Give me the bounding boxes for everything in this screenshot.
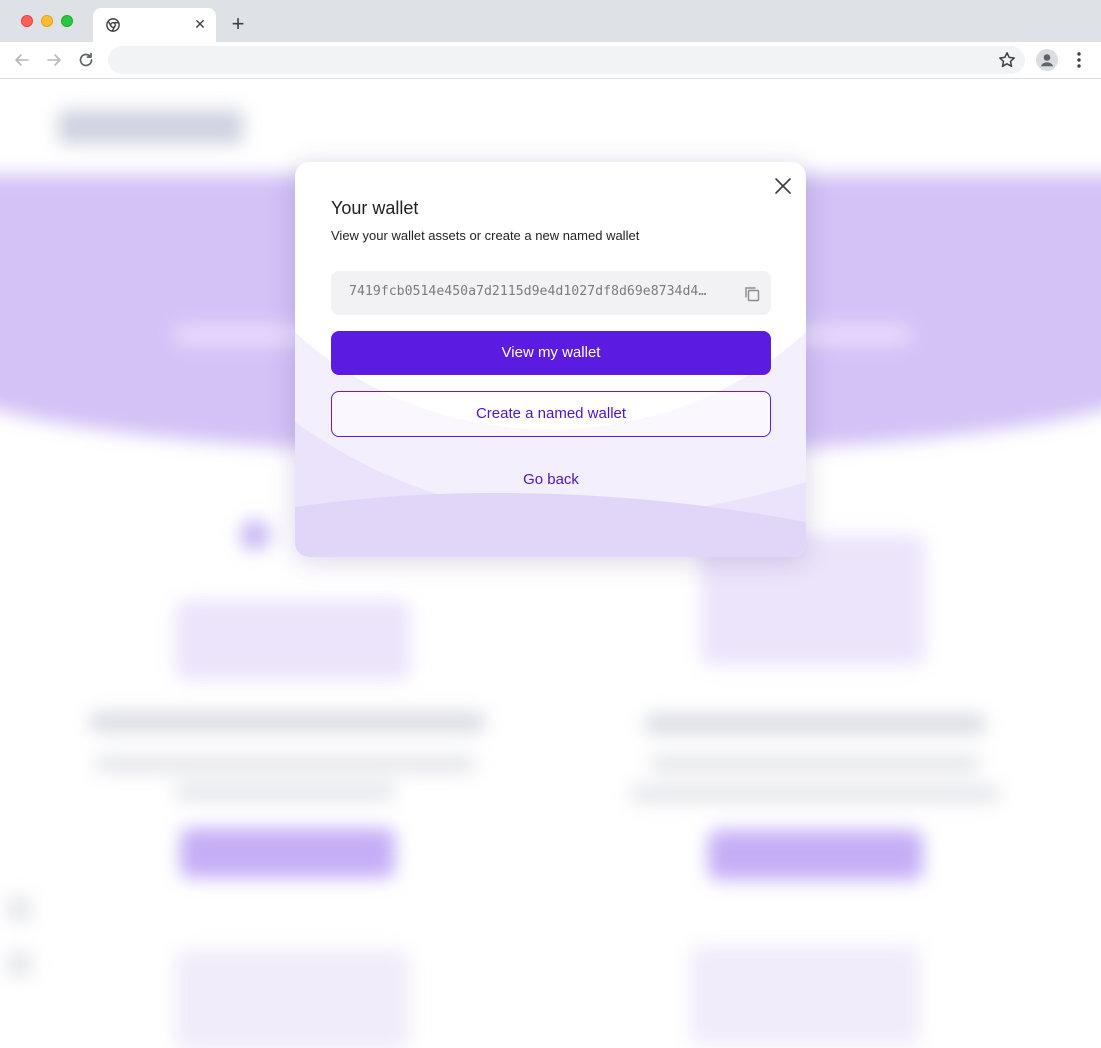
profile-icon[interactable] bbox=[1036, 49, 1058, 71]
view-my-wallet-button[interactable]: View my wallet bbox=[331, 331, 771, 375]
wallet-address-field[interactable]: 7419fcb0514e450a7d2115d9e4d1027df8d69e87… bbox=[331, 271, 771, 315]
address-bar[interactable] bbox=[108, 46, 1025, 74]
illustration-dot-left bbox=[240, 520, 270, 550]
create-named-wallet-button[interactable]: Create a named wallet bbox=[331, 391, 771, 437]
bookmark-star-icon[interactable] bbox=[997, 50, 1017, 70]
go-back-link[interactable]: Go back bbox=[331, 469, 771, 491]
profile-avatar-icon bbox=[1040, 54, 1054, 67]
side-dot-1 bbox=[5, 895, 33, 923]
wallet-modal: Your wallet View your wallet assets or c… bbox=[295, 162, 806, 557]
feature-text-left-2 bbox=[175, 784, 395, 800]
new-tab-button[interactable]: + bbox=[228, 13, 248, 35]
feature-heading-left bbox=[90, 712, 485, 732]
modal-title: Your wallet bbox=[331, 198, 419, 218]
feature-text-left-1 bbox=[95, 756, 475, 772]
modal-subtitle: View your wallet assets or create a new … bbox=[331, 228, 640, 243]
feature-text-right-2 bbox=[630, 786, 1000, 802]
feature-illustration-left bbox=[175, 600, 410, 680]
window-close-button[interactable] bbox=[21, 15, 33, 27]
side-dot-2 bbox=[5, 950, 33, 978]
reload-icon[interactable] bbox=[76, 50, 96, 70]
wallet-address-text: 7419fcb0514e450a7d2115d9e4d1027df8d69e87… bbox=[349, 284, 707, 299]
tab-close-icon[interactable]: ✕ bbox=[192, 16, 208, 32]
site-logo bbox=[58, 110, 243, 144]
browser-tab-strip: ✕ + bbox=[0, 0, 1101, 42]
back-arrow-icon[interactable] bbox=[12, 50, 32, 70]
browser-toolbar bbox=[0, 42, 1101, 79]
illustration-bottom-right bbox=[690, 945, 920, 1045]
browser-tab[interactable]: ✕ bbox=[93, 8, 216, 42]
illustration-bottom-left bbox=[175, 950, 410, 1048]
feature-button-right bbox=[708, 830, 923, 880]
feature-heading-right bbox=[645, 714, 985, 734]
window-minimize-button[interactable] bbox=[41, 15, 53, 27]
close-icon[interactable] bbox=[772, 175, 794, 197]
feature-button-left bbox=[180, 828, 395, 878]
feature-text-right-1 bbox=[650, 756, 980, 772]
chrome-icon bbox=[106, 18, 120, 32]
more-menu-icon[interactable] bbox=[1070, 50, 1088, 70]
window-zoom-button[interactable] bbox=[61, 15, 73, 27]
hero-text-left bbox=[175, 325, 315, 345]
copy-icon[interactable] bbox=[742, 284, 762, 304]
forward-arrow-icon[interactable] bbox=[44, 50, 64, 70]
hero-text-right bbox=[790, 325, 910, 345]
